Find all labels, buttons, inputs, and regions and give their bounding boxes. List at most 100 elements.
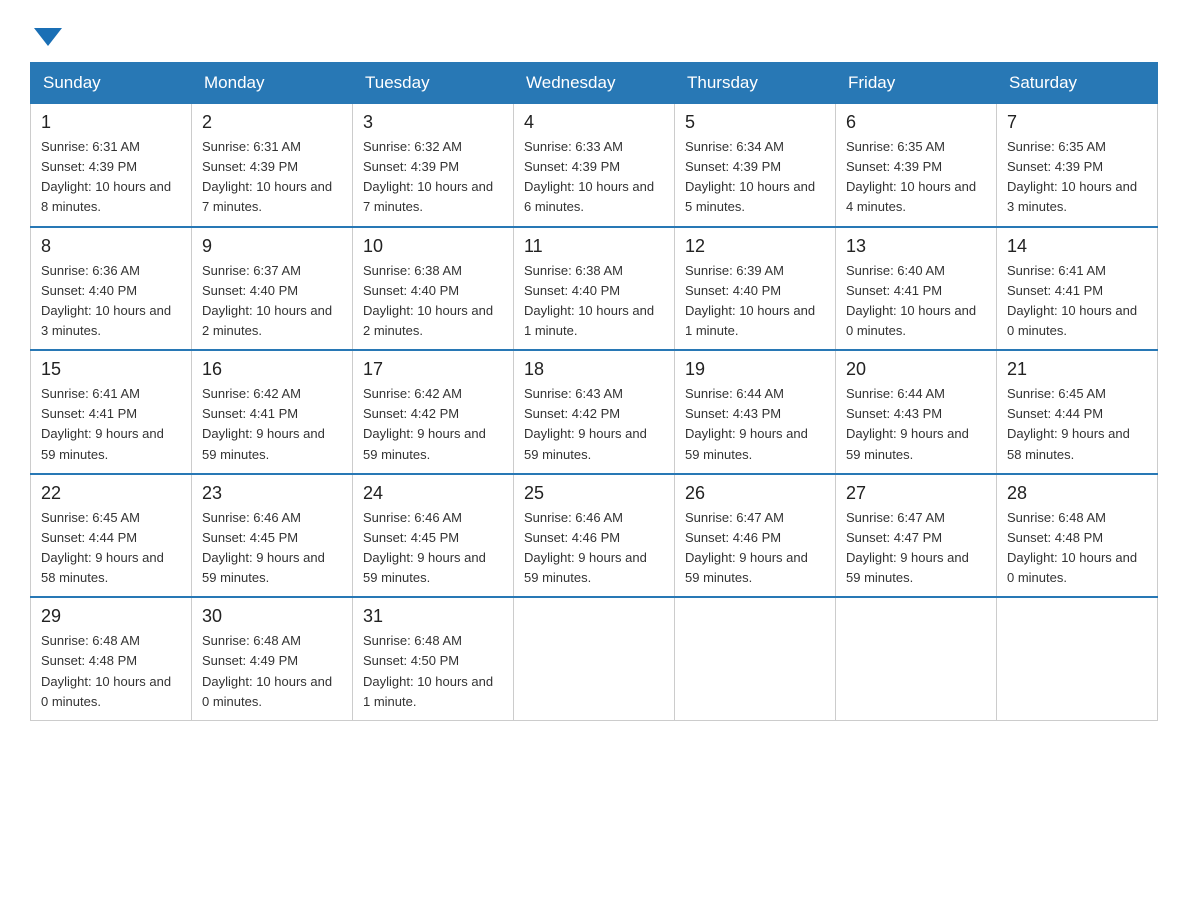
day-info: Sunrise: 6:44 AMSunset: 4:43 PMDaylight:… (685, 384, 825, 465)
day-info: Sunrise: 6:48 AMSunset: 4:48 PMDaylight:… (41, 631, 181, 712)
calendar-week-row: 1 Sunrise: 6:31 AMSunset: 4:39 PMDayligh… (31, 104, 1158, 227)
day-info: Sunrise: 6:45 AMSunset: 4:44 PMDaylight:… (41, 508, 181, 589)
calendar-cell: 11 Sunrise: 6:38 AMSunset: 4:40 PMDaylig… (514, 227, 675, 351)
calendar-cell: 5 Sunrise: 6:34 AMSunset: 4:39 PMDayligh… (675, 104, 836, 227)
day-number: 21 (1007, 359, 1147, 380)
day-of-week-header: Tuesday (353, 63, 514, 104)
day-number: 7 (1007, 112, 1147, 133)
calendar-cell: 17 Sunrise: 6:42 AMSunset: 4:42 PMDaylig… (353, 350, 514, 474)
day-info: Sunrise: 6:33 AMSunset: 4:39 PMDaylight:… (524, 137, 664, 218)
calendar-cell: 15 Sunrise: 6:41 AMSunset: 4:41 PMDaylig… (31, 350, 192, 474)
calendar-cell (997, 597, 1158, 720)
day-number: 5 (685, 112, 825, 133)
day-of-week-header: Sunday (31, 63, 192, 104)
day-info: Sunrise: 6:35 AMSunset: 4:39 PMDaylight:… (1007, 137, 1147, 218)
day-number: 9 (202, 236, 342, 257)
calendar-cell: 30 Sunrise: 6:48 AMSunset: 4:49 PMDaylig… (192, 597, 353, 720)
calendar-week-row: 29 Sunrise: 6:48 AMSunset: 4:48 PMDaylig… (31, 597, 1158, 720)
calendar-cell: 4 Sunrise: 6:33 AMSunset: 4:39 PMDayligh… (514, 104, 675, 227)
calendar-cell: 14 Sunrise: 6:41 AMSunset: 4:41 PMDaylig… (997, 227, 1158, 351)
day-info: Sunrise: 6:48 AMSunset: 4:50 PMDaylight:… (363, 631, 503, 712)
day-info: Sunrise: 6:47 AMSunset: 4:47 PMDaylight:… (846, 508, 986, 589)
day-info: Sunrise: 6:31 AMSunset: 4:39 PMDaylight:… (202, 137, 342, 218)
day-number: 12 (685, 236, 825, 257)
calendar-cell: 6 Sunrise: 6:35 AMSunset: 4:39 PMDayligh… (836, 104, 997, 227)
calendar-cell: 13 Sunrise: 6:40 AMSunset: 4:41 PMDaylig… (836, 227, 997, 351)
day-info: Sunrise: 6:45 AMSunset: 4:44 PMDaylight:… (1007, 384, 1147, 465)
day-info: Sunrise: 6:32 AMSunset: 4:39 PMDaylight:… (363, 137, 503, 218)
calendar-cell: 23 Sunrise: 6:46 AMSunset: 4:45 PMDaylig… (192, 474, 353, 598)
day-info: Sunrise: 6:37 AMSunset: 4:40 PMDaylight:… (202, 261, 342, 342)
day-of-week-header: Saturday (997, 63, 1158, 104)
calendar-cell: 25 Sunrise: 6:46 AMSunset: 4:46 PMDaylig… (514, 474, 675, 598)
logo (30, 20, 62, 42)
day-number: 24 (363, 483, 503, 504)
day-info: Sunrise: 6:31 AMSunset: 4:39 PMDaylight:… (41, 137, 181, 218)
day-number: 27 (846, 483, 986, 504)
day-number: 4 (524, 112, 664, 133)
calendar-cell: 22 Sunrise: 6:45 AMSunset: 4:44 PMDaylig… (31, 474, 192, 598)
day-info: Sunrise: 6:40 AMSunset: 4:41 PMDaylight:… (846, 261, 986, 342)
day-of-week-header: Friday (836, 63, 997, 104)
calendar-cell: 31 Sunrise: 6:48 AMSunset: 4:50 PMDaylig… (353, 597, 514, 720)
calendar-cell: 28 Sunrise: 6:48 AMSunset: 4:48 PMDaylig… (997, 474, 1158, 598)
day-info: Sunrise: 6:35 AMSunset: 4:39 PMDaylight:… (846, 137, 986, 218)
day-number: 13 (846, 236, 986, 257)
day-info: Sunrise: 6:41 AMSunset: 4:41 PMDaylight:… (1007, 261, 1147, 342)
calendar-cell: 21 Sunrise: 6:45 AMSunset: 4:44 PMDaylig… (997, 350, 1158, 474)
day-number: 23 (202, 483, 342, 504)
calendar-cell: 3 Sunrise: 6:32 AMSunset: 4:39 PMDayligh… (353, 104, 514, 227)
day-info: Sunrise: 6:38 AMSunset: 4:40 PMDaylight:… (524, 261, 664, 342)
day-info: Sunrise: 6:46 AMSunset: 4:45 PMDaylight:… (202, 508, 342, 589)
calendar-cell: 9 Sunrise: 6:37 AMSunset: 4:40 PMDayligh… (192, 227, 353, 351)
day-number: 18 (524, 359, 664, 380)
day-number: 3 (363, 112, 503, 133)
day-number: 17 (363, 359, 503, 380)
calendar-cell (675, 597, 836, 720)
day-info: Sunrise: 6:34 AMSunset: 4:39 PMDaylight:… (685, 137, 825, 218)
day-of-week-header: Wednesday (514, 63, 675, 104)
day-of-week-header: Thursday (675, 63, 836, 104)
calendar-cell: 12 Sunrise: 6:39 AMSunset: 4:40 PMDaylig… (675, 227, 836, 351)
day-number: 15 (41, 359, 181, 380)
calendar-cell (836, 597, 997, 720)
day-number: 2 (202, 112, 342, 133)
day-info: Sunrise: 6:42 AMSunset: 4:41 PMDaylight:… (202, 384, 342, 465)
day-number: 29 (41, 606, 181, 627)
calendar-week-row: 15 Sunrise: 6:41 AMSunset: 4:41 PMDaylig… (31, 350, 1158, 474)
day-info: Sunrise: 6:41 AMSunset: 4:41 PMDaylight:… (41, 384, 181, 465)
header-row: SundayMondayTuesdayWednesdayThursdayFrid… (31, 63, 1158, 104)
calendar-cell: 18 Sunrise: 6:43 AMSunset: 4:42 PMDaylig… (514, 350, 675, 474)
calendar-cell: 20 Sunrise: 6:44 AMSunset: 4:43 PMDaylig… (836, 350, 997, 474)
calendar-cell: 2 Sunrise: 6:31 AMSunset: 4:39 PMDayligh… (192, 104, 353, 227)
day-number: 30 (202, 606, 342, 627)
calendar-week-row: 8 Sunrise: 6:36 AMSunset: 4:40 PMDayligh… (31, 227, 1158, 351)
logo-arrow-icon (34, 28, 62, 46)
page-header (30, 20, 1158, 42)
day-number: 19 (685, 359, 825, 380)
day-number: 16 (202, 359, 342, 380)
day-info: Sunrise: 6:47 AMSunset: 4:46 PMDaylight:… (685, 508, 825, 589)
day-number: 25 (524, 483, 664, 504)
day-number: 8 (41, 236, 181, 257)
day-number: 26 (685, 483, 825, 504)
calendar-cell: 24 Sunrise: 6:46 AMSunset: 4:45 PMDaylig… (353, 474, 514, 598)
day-info: Sunrise: 6:44 AMSunset: 4:43 PMDaylight:… (846, 384, 986, 465)
day-number: 14 (1007, 236, 1147, 257)
day-number: 31 (363, 606, 503, 627)
day-number: 11 (524, 236, 664, 257)
day-number: 28 (1007, 483, 1147, 504)
calendar-cell: 27 Sunrise: 6:47 AMSunset: 4:47 PMDaylig… (836, 474, 997, 598)
day-info: Sunrise: 6:46 AMSunset: 4:45 PMDaylight:… (363, 508, 503, 589)
day-info: Sunrise: 6:38 AMSunset: 4:40 PMDaylight:… (363, 261, 503, 342)
day-of-week-header: Monday (192, 63, 353, 104)
calendar-cell: 19 Sunrise: 6:44 AMSunset: 4:43 PMDaylig… (675, 350, 836, 474)
day-info: Sunrise: 6:48 AMSunset: 4:49 PMDaylight:… (202, 631, 342, 712)
day-number: 20 (846, 359, 986, 380)
day-number: 1 (41, 112, 181, 133)
calendar-week-row: 22 Sunrise: 6:45 AMSunset: 4:44 PMDaylig… (31, 474, 1158, 598)
day-info: Sunrise: 6:36 AMSunset: 4:40 PMDaylight:… (41, 261, 181, 342)
day-number: 10 (363, 236, 503, 257)
calendar-cell: 26 Sunrise: 6:47 AMSunset: 4:46 PMDaylig… (675, 474, 836, 598)
calendar-cell: 29 Sunrise: 6:48 AMSunset: 4:48 PMDaylig… (31, 597, 192, 720)
